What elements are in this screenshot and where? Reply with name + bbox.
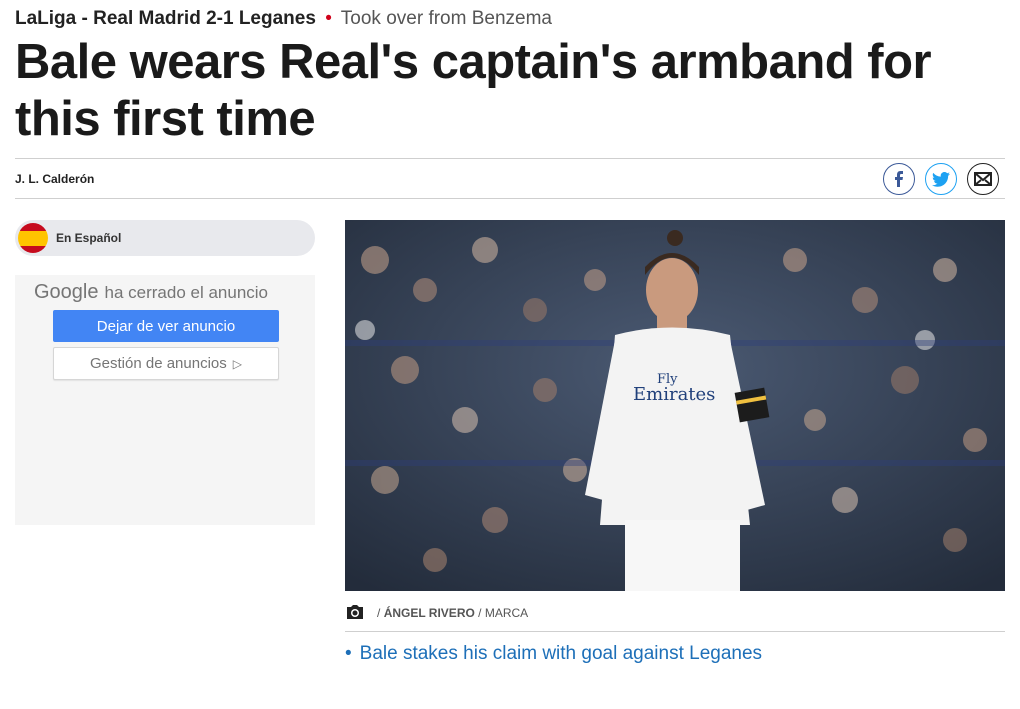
related-article: • Bale stakes his claim with goal against… [345, 643, 762, 665]
section-link[interactable]: LaLiga - Real Madrid 2-1 Leganes [15, 8, 316, 29]
ad-settings-label: Gestión de anuncios [90, 355, 227, 372]
google-logo: Google [34, 281, 99, 303]
twitter-icon [932, 171, 950, 187]
language-switch[interactable]: En Español [15, 220, 315, 256]
ad-closed-message: Google ha cerrado el anuncio [34, 281, 268, 304]
share-buttons [883, 163, 999, 195]
kicker: LaLiga - Real Madrid 2-1 Leganes • Took … [15, 8, 552, 30]
twitter-share-button[interactable] [925, 163, 957, 195]
byline-bar: J. L. Calderón [15, 158, 1005, 199]
photographer-name: ÁNGEL RIVERO [383, 606, 475, 620]
language-label: En Español [56, 231, 122, 245]
photo-source: MARCA [484, 606, 529, 620]
related-bullet: • [345, 643, 352, 664]
facebook-share-button[interactable] [883, 163, 915, 195]
email-share-button[interactable] [967, 163, 999, 195]
svg-text:Emirates: Emirates [633, 384, 715, 405]
camera-icon [347, 605, 363, 619]
stop-seeing-ad-button[interactable]: Dejar de ver anuncio [53, 310, 279, 342]
author-name[interactable]: J. L. Calderón [15, 172, 94, 186]
spain-flag-icon [18, 223, 48, 253]
caption-text: / ÁNGEL RIVERO / MARCA [377, 606, 529, 620]
mail-icon [974, 172, 992, 186]
closed-ad-panel: Google ha cerrado el anuncio Dejar de ver… [15, 275, 315, 525]
kicker-separator: • [325, 8, 332, 29]
ad-closed-text: ha cerrado el anuncio [104, 283, 269, 302]
article-headline: Bale wears Real's captain's armband for … [15, 35, 932, 146]
article-photo: Emirates Fly [345, 220, 1005, 591]
ad-settings-button[interactable]: Gestión de anuncios ▷ [53, 347, 279, 380]
related-article-link[interactable]: Bale stakes his claim with goal against … [360, 643, 762, 664]
svg-text:Fly: Fly [657, 372, 678, 387]
photo-caption: / ÁNGEL RIVERO / MARCA [345, 602, 1005, 632]
kicker-subtitle: Took over from Benzema [340, 8, 552, 29]
ad-choices-icon: ▷ [232, 356, 242, 371]
facebook-icon [895, 171, 903, 187]
player-photo-illustration: Emirates Fly [345, 220, 1005, 591]
